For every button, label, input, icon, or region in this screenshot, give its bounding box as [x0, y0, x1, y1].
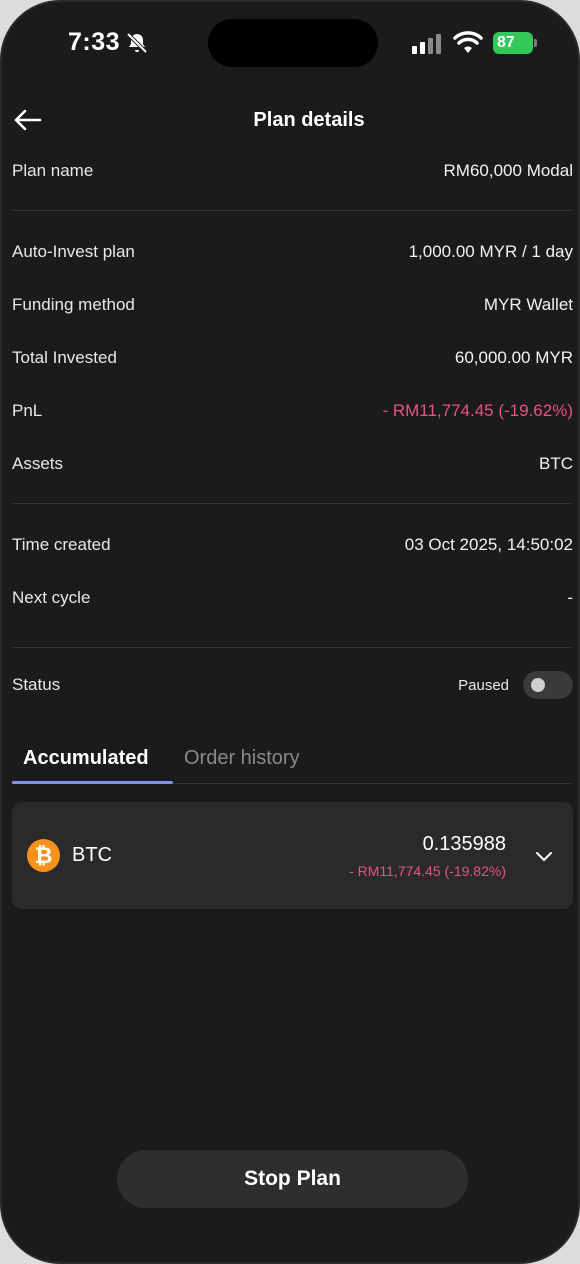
battery-icon: 87: [493, 32, 537, 54]
asset-card-btc[interactable]: ₿ BTC 0.135988 - RM11,774.45 (-19.82%): [12, 802, 573, 909]
total-invested-row: Total Invested 60,000.00 MYR: [12, 343, 573, 373]
battery-level: 87: [493, 32, 533, 54]
time-created-row: Time created 03 Oct 2025, 14:50:02: [12, 530, 573, 560]
auto-invest-label: Auto-Invest plan: [12, 242, 135, 261]
funding-method-row: Funding method MYR Wallet: [12, 290, 573, 320]
pnl-row: PnL - RM11,774.45 (-19.62%): [12, 396, 573, 426]
plan-name-row: Plan name RM60,000 Modal: [12, 156, 573, 186]
signal-icon: [412, 34, 441, 54]
next-cycle-row: Next cycle -: [12, 583, 573, 613]
asset-pnl: - RM11,774.45 (-19.82%): [349, 863, 506, 879]
pnl-label: PnL: [12, 401, 43, 420]
divider: [12, 210, 573, 211]
pnl-value: - RM11,774.45 (-19.62%): [382, 401, 573, 420]
bitcoin-icon: ₿: [27, 839, 60, 872]
time-created-value: 03 Oct 2025, 14:50:02: [404, 535, 573, 554]
dynamic-island: [208, 19, 378, 67]
plan-name-label: Plan name: [12, 161, 94, 180]
asset-amount: 0.135988: [422, 833, 506, 855]
plan-name-value: RM60,000 Modal: [443, 161, 573, 180]
time-created-label: Time created: [12, 535, 111, 554]
toggle-knob: [531, 678, 545, 692]
status-value: Paused: [458, 676, 509, 694]
assets-row: Assets BTC: [12, 449, 573, 479]
next-cycle-value: -: [567, 588, 573, 607]
funding-method-value: MYR Wallet: [483, 295, 573, 314]
total-invested-value: 60,000.00 MYR: [454, 348, 573, 367]
status-control: Paused: [458, 671, 573, 699]
bell-slash-icon: [126, 32, 148, 54]
auto-invest-row: Auto-Invest plan 1,000.00 MYR / 1 day: [12, 237, 573, 267]
stop-plan-button[interactable]: Stop Plan: [117, 1150, 468, 1208]
status-label: Status: [12, 675, 61, 694]
status-time: 7:33: [68, 28, 121, 56]
phone-screen: 7:33 87 Plan details Plan name RM60,000 …: [0, 0, 580, 1264]
asset-symbol: BTC: [72, 844, 112, 866]
next-cycle-label: Next cycle: [12, 588, 91, 607]
active-tab-indicator: [12, 781, 173, 784]
status-row: Status Paused: [12, 670, 573, 700]
wifi-icon: [453, 31, 483, 53]
status-toggle[interactable]: [523, 671, 573, 699]
tab-bar: Accumulated Order history: [12, 742, 573, 784]
page-title: Plan details: [253, 109, 365, 131]
total-invested-label: Total Invested: [12, 348, 117, 367]
tab-accumulated[interactable]: Accumulated: [23, 747, 149, 770]
battery-cap: [534, 39, 537, 47]
status-bar: 7:33 87: [2, 2, 578, 82]
assets-value: BTC: [539, 454, 573, 473]
assets-label: Assets: [12, 454, 64, 473]
divider: [12, 503, 573, 504]
chevron-down-icon[interactable]: [534, 846, 554, 866]
divider: [12, 647, 573, 648]
funding-method-label: Funding method: [12, 295, 135, 314]
tab-order-history[interactable]: Order history: [184, 747, 300, 770]
auto-invest-value: 1,000.00 MYR / 1 day: [408, 242, 573, 261]
